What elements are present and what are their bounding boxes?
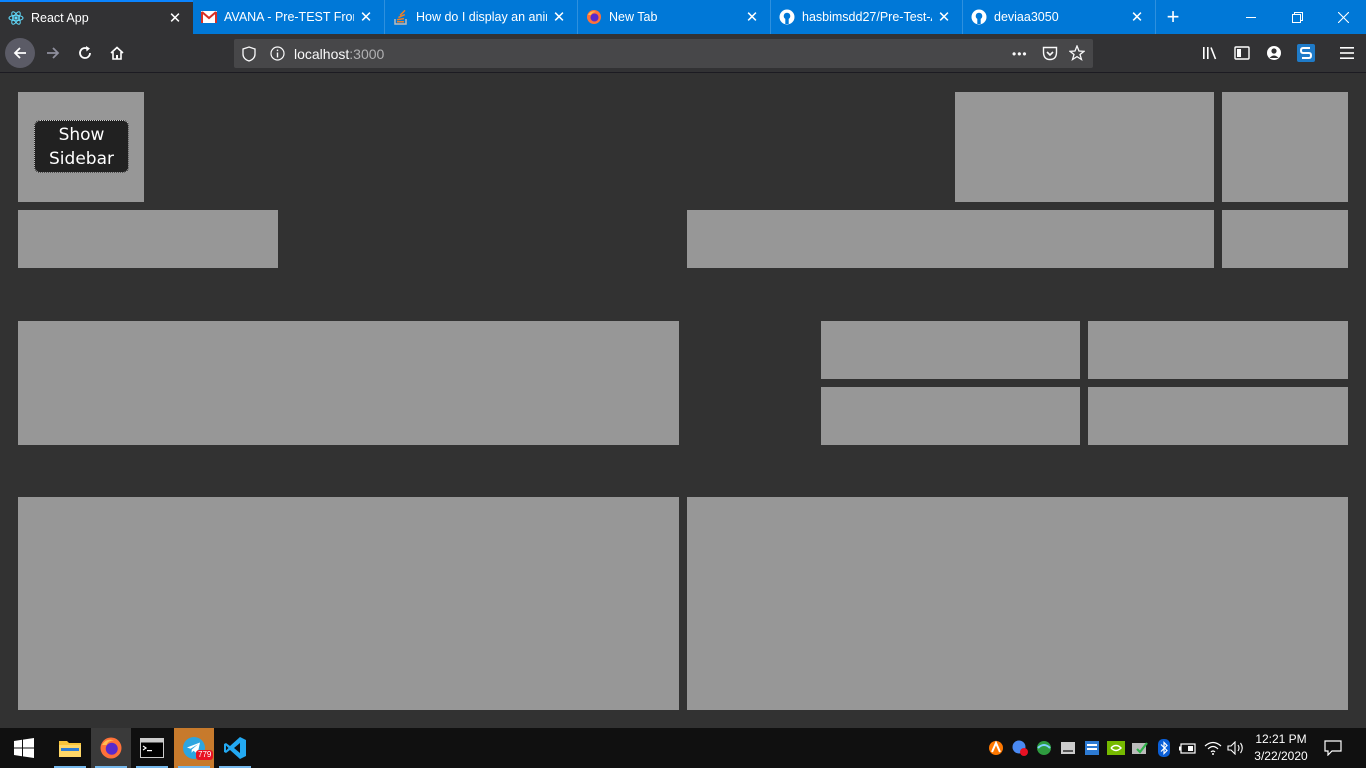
placeholder-box [821, 321, 1080, 379]
restore-icon[interactable] [1274, 0, 1320, 34]
bookmark-star-icon[interactable] [1069, 45, 1085, 61]
file-explorer-icon[interactable] [50, 728, 90, 768]
account-icon[interactable] [1259, 38, 1289, 68]
tab-react-app[interactable]: React App ✕ [0, 0, 193, 34]
placeholder-box [18, 321, 679, 445]
site-info-icon[interactable] [270, 46, 286, 61]
pocket-icon[interactable] [1042, 46, 1058, 61]
vscode-icon[interactable] [215, 728, 255, 768]
url-text[interactable]: localhost:3000 [294, 46, 384, 62]
browser-tab-bar: React App ✕ AVANA - Pre-TEST Fronte ✕ Ho… [0, 0, 1366, 34]
github-icon [971, 9, 987, 25]
library-icon[interactable] [1195, 38, 1225, 68]
tab-label: React App [31, 11, 89, 25]
page-actions-menu-icon[interactable]: ••• [1012, 47, 1028, 61]
action-center-icon[interactable] [1320, 728, 1346, 768]
tab-stackoverflow[interactable]: How do I display an anin ✕ [385, 0, 578, 34]
telegram-icon[interactable]: 779 [174, 728, 214, 768]
tab-github-deviaa[interactable]: deviaa3050 ✕ [963, 0, 1156, 34]
stackoverflow-icon [393, 9, 409, 25]
firefox-taskbar-icon[interactable] [91, 728, 131, 768]
url-bar[interactable]: localhost:3000 ••• [234, 39, 1093, 68]
hamburger-menu-icon[interactable] [1332, 38, 1362, 68]
placeholder-box [687, 497, 1348, 710]
placeholder-box [18, 210, 278, 268]
close-icon[interactable]: ✕ [1125, 8, 1149, 26]
placeholder-box [1222, 210, 1348, 268]
bluetooth-icon[interactable] [1152, 728, 1176, 768]
close-icon[interactable]: ✕ [163, 9, 187, 27]
system-clock[interactable]: 12:21 PM 3/22/2020 [1248, 731, 1314, 765]
clock-time: 12:21 PM [1255, 732, 1307, 746]
minimize-icon[interactable] [1228, 0, 1274, 34]
close-icon[interactable]: ✕ [740, 8, 764, 26]
reload-icon[interactable] [70, 38, 100, 68]
clock-date: 3/22/2020 [1254, 749, 1308, 763]
button-label-line1: Show [58, 124, 105, 145]
placeholder-box [18, 497, 679, 710]
url-host: localhost [294, 45, 350, 62]
show-sidebar-button[interactable]: Show Sidebar [34, 120, 129, 173]
close-icon[interactable]: ✕ [354, 8, 378, 26]
placeholder-box [955, 92, 1214, 202]
network-manager-icon[interactable] [1032, 728, 1056, 768]
volume-icon[interactable] [1224, 728, 1248, 768]
sidebar-toggle-icon[interactable] [1227, 38, 1257, 68]
forward-arrow-icon[interactable] [38, 38, 68, 68]
app-tray-icon[interactable] [1080, 728, 1104, 768]
tab-new-tab[interactable]: New Tab ✕ [578, 0, 771, 34]
tab-github-pretest[interactable]: hasbimsdd27/Pre-Test-A ✕ [771, 0, 963, 34]
firefox-icon [586, 9, 602, 25]
battery-icon[interactable] [1176, 728, 1200, 768]
windows-start-icon[interactable] [4, 728, 44, 768]
github-icon [779, 9, 795, 25]
tab-label: How do I display an anin [416, 10, 547, 24]
button-label-line2: Sidebar [49, 148, 114, 169]
windows-taskbar: 779 12:21 PM 3/22/2020 [0, 728, 1366, 768]
wifi-icon[interactable] [1201, 728, 1225, 768]
placeholder-box [1222, 92, 1348, 202]
tab-label: AVANA - Pre-TEST Fronte [224, 10, 354, 24]
browser-toolbar: localhost:3000 ••• [0, 34, 1366, 73]
tab-label: New Tab [609, 10, 658, 24]
avast-icon[interactable] [984, 728, 1008, 768]
extension-s-icon[interactable] [1291, 38, 1321, 68]
placeholder-box [1088, 321, 1348, 379]
tab-label: deviaa3050 [994, 10, 1059, 24]
new-tab-button[interactable]: + [1158, 0, 1188, 34]
placeholder-box [821, 387, 1080, 445]
home-icon[interactable] [102, 38, 132, 68]
security-check-icon[interactable] [1128, 728, 1152, 768]
close-icon[interactable]: ✕ [547, 8, 571, 26]
react-icon [8, 10, 24, 26]
back-arrow-icon[interactable] [5, 38, 35, 68]
tracking-shield-icon[interactable] [242, 45, 258, 62]
gmail-icon [201, 9, 217, 25]
terminal-icon[interactable] [132, 728, 172, 768]
chrome-notification-icon[interactable] [1008, 728, 1032, 768]
unread-count-badge: 779 [196, 750, 214, 760]
tab-avana[interactable]: AVANA - Pre-TEST Fronte ✕ [193, 0, 385, 34]
placeholder-box [687, 210, 1214, 268]
tab-label: hasbimsdd27/Pre-Test-A [802, 10, 932, 24]
storage-icon[interactable] [1056, 728, 1080, 768]
url-port: :3000 [349, 45, 385, 62]
window-close-icon[interactable] [1320, 0, 1366, 34]
placeholder-box [1088, 387, 1348, 445]
nvidia-icon[interactable] [1104, 728, 1128, 768]
close-icon[interactable]: ✕ [932, 8, 956, 26]
